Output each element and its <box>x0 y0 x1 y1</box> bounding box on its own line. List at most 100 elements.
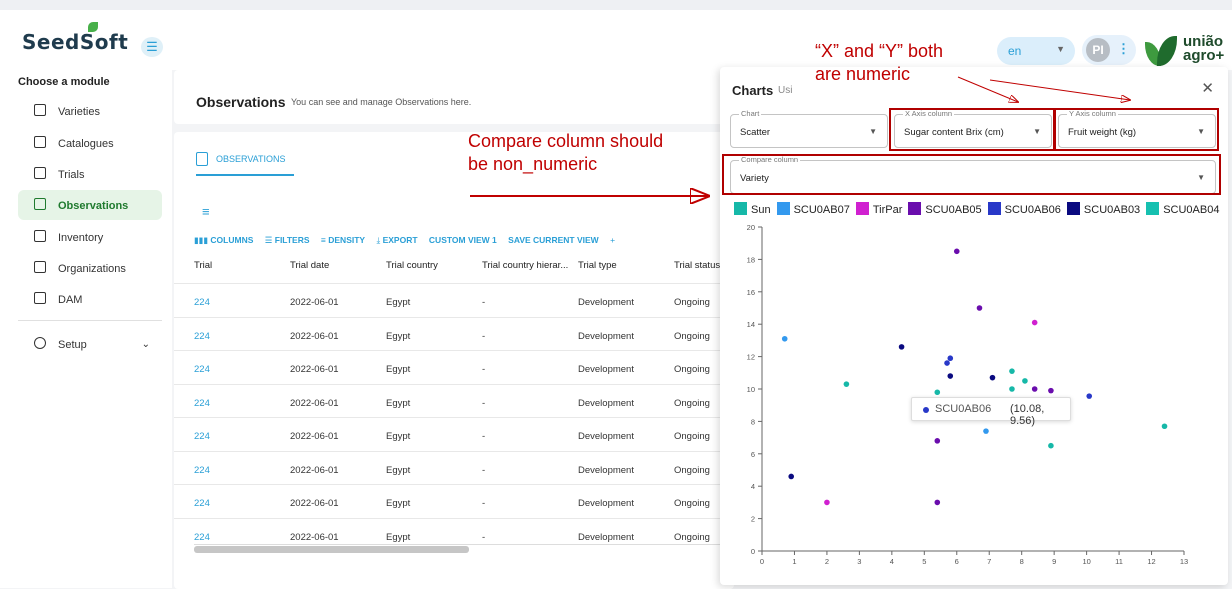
table-row[interactable]: 224 2022-06-01 Egypt - Development Ongoing <box>174 450 734 484</box>
columns-button[interactable]: ▮▮▮ COLUMNS <box>194 235 253 245</box>
chart-type-select[interactable]: Chart Scatter ▼ <box>730 109 888 148</box>
close-icon[interactable]: ✕ <box>1201 79 1214 97</box>
sidebar-item-varieties[interactable]: Varieties <box>18 96 162 126</box>
table-row[interactable]: 224 2022-06-01 Egypt - Development Ongoing <box>174 283 734 316</box>
density-button[interactable]: ≡ DENSITY <box>321 235 365 245</box>
table-cell: 2022-06-01 <box>290 297 339 308</box>
scatter-plot[interactable]: 024681012141618200 1 2 3 4 5 6 7 8 9 10 11 12 13 <box>720 217 1228 567</box>
data-point[interactable] <box>898 344 905 350</box>
data-point[interactable] <box>1086 393 1093 399</box>
data-point[interactable] <box>824 499 830 506</box>
sidebar-item-catalogues[interactable]: Catalogues <box>18 128 162 158</box>
column-header-trial-type[interactable]: Trial type <box>578 260 617 271</box>
sidebar-item-dam[interactable]: DAM <box>18 284 162 314</box>
data-point[interactable] <box>947 355 954 362</box>
trial-link[interactable]: 224 <box>194 532 210 543</box>
data-point[interactable] <box>1161 423 1168 430</box>
column-header-trial-date[interactable]: Trial date <box>290 260 329 271</box>
column-header-trial-status[interactable]: Trial status <box>674 260 720 271</box>
table-row[interactable]: 224 2022-06-01 Egypt - Development Ongoing <box>174 484 734 517</box>
data-point[interactable] <box>947 373 954 379</box>
trial-link[interactable]: 224 <box>194 465 210 476</box>
x-tick-label: 10 <box>1082 557 1090 566</box>
sidebar-item-inventory[interactable]: Inventory <box>18 222 162 252</box>
language-select[interactable]: en ▼ <box>997 37 1075 65</box>
data-point[interactable] <box>1031 386 1038 392</box>
legend-item[interactable]: SCU0AB04 <box>1146 202 1219 216</box>
data-point[interactable] <box>953 248 960 255</box>
sidebar-item-observations[interactable]: Observations <box>18 190 162 220</box>
trial-link[interactable]: 224 <box>194 398 210 409</box>
horizontal-scrollbar[interactable] <box>194 546 469 553</box>
sidebar-item-organizations[interactable]: Organizations <box>18 253 162 283</box>
data-point[interactable] <box>1022 378 1028 384</box>
table-row[interactable]: 224 2022-06-01 Egypt - Development Ongoing <box>174 316 734 350</box>
export-button[interactable]: ⤓ EXPORT <box>376 235 417 245</box>
data-point[interactable] <box>1031 319 1038 326</box>
chart-legend: Sun SCU0AB07 TirPar SCU0AB05 SCU0AB06 SCU0AB0… <box>734 202 1225 216</box>
data-point[interactable] <box>1048 387 1054 394</box>
hamburger-menu-button[interactable]: ☰ <box>141 37 163 57</box>
legend-item[interactable]: SCU0AB05 <box>908 202 982 216</box>
user-menu[interactable]: PI ⋮ <box>1082 35 1136 65</box>
trial-link[interactable]: 224 <box>194 364 210 375</box>
y-tick-label: 12 <box>747 353 755 362</box>
data-point[interactable] <box>934 389 941 396</box>
trial-link[interactable]: 224 <box>194 431 210 442</box>
table-row[interactable]: 224 2022-06-01 Egypt - Development Ongoing <box>174 383 734 417</box>
legend-item[interactable]: TirPar <box>855 202 902 216</box>
data-point[interactable] <box>989 374 996 381</box>
sidebar: Choose a module Varieties Catalogues Tri… <box>0 70 172 588</box>
chart-type-value: Scatter <box>740 127 771 138</box>
trial-link[interactable]: 224 <box>194 297 210 308</box>
data-point[interactable] <box>843 381 850 387</box>
tab-observations[interactable]: OBSERVATIONS <box>196 152 294 176</box>
tooltip-value: (10.08, 9.56) <box>1010 403 1045 427</box>
legend-item[interactable]: SCU0AB03 <box>1066 202 1140 216</box>
legend-item[interactable]: Sun <box>734 202 771 216</box>
table-row[interactable]: 224 2022-06-01 Egypt - Development Ongoing <box>174 417 734 450</box>
data-point[interactable] <box>1048 442 1054 449</box>
trial-link[interactable]: 224 <box>194 498 210 509</box>
data-point[interactable] <box>944 360 950 366</box>
y-axis-highlight-box <box>1053 108 1219 151</box>
add-view-button[interactable]: + <box>610 235 615 245</box>
table-cell: Development <box>578 531 634 543</box>
data-point[interactable] <box>788 473 795 480</box>
avatar[interactable]: PI <box>1086 38 1110 62</box>
sidebar-item-setup[interactable]: Setup ⌄ <box>18 329 162 359</box>
legend-item[interactable]: SCU0AB07 <box>776 202 850 216</box>
data-point[interactable] <box>781 335 788 342</box>
legend-item[interactable]: SCU0AB06 <box>987 202 1061 216</box>
column-header-trial-country-hierarchy[interactable]: Trial country hierar... <box>482 260 568 271</box>
sidebar-item-trials[interactable]: Trials <box>18 159 162 189</box>
custom-view-1-button[interactable]: CUSTOM VIEW 1 <box>429 235 497 245</box>
gear-icon <box>34 337 46 349</box>
data-point[interactable] <box>1009 368 1015 374</box>
book-icon <box>34 136 46 148</box>
top-bar: SeedSoft ☰ en ▼ PI ⋮ união agro+ <box>0 0 1232 70</box>
data-point[interactable] <box>934 438 941 444</box>
filter-icon[interactable]: ≡ <box>202 204 210 219</box>
table-row[interactable]: 224 2022-06-01 Egypt - Development Ongoing <box>174 350 734 383</box>
data-point[interactable] <box>934 499 941 506</box>
tooltip-series: SCU0AB06 <box>935 403 992 415</box>
y-tick-label: 6 <box>751 450 755 459</box>
x-tick-label: 12 <box>1147 557 1155 566</box>
more-vert-icon[interactable]: ⋮ <box>1117 41 1130 57</box>
column-header-trial[interactable]: Trial <box>194 260 212 271</box>
data-point[interactable] <box>1009 386 1015 392</box>
logo-text: SeedSoft <box>22 30 129 54</box>
logo[interactable]: SeedSoft <box>22 22 129 54</box>
table-cell: Development <box>578 397 634 409</box>
data-point[interactable] <box>976 305 983 311</box>
document-icon <box>196 152 208 166</box>
trial-link[interactable]: 224 <box>194 331 210 342</box>
y-tick-label: 16 <box>747 288 755 297</box>
y-tick-label: 4 <box>751 482 755 491</box>
y-tick-label: 14 <box>747 320 755 329</box>
filters-button[interactable]: ☰ FILTERS <box>265 235 310 245</box>
save-current-view-button[interactable]: SAVE CURRENT VIEW <box>508 235 599 245</box>
column-header-trial-country[interactable]: Trial country <box>386 260 438 271</box>
data-point[interactable] <box>983 428 989 434</box>
